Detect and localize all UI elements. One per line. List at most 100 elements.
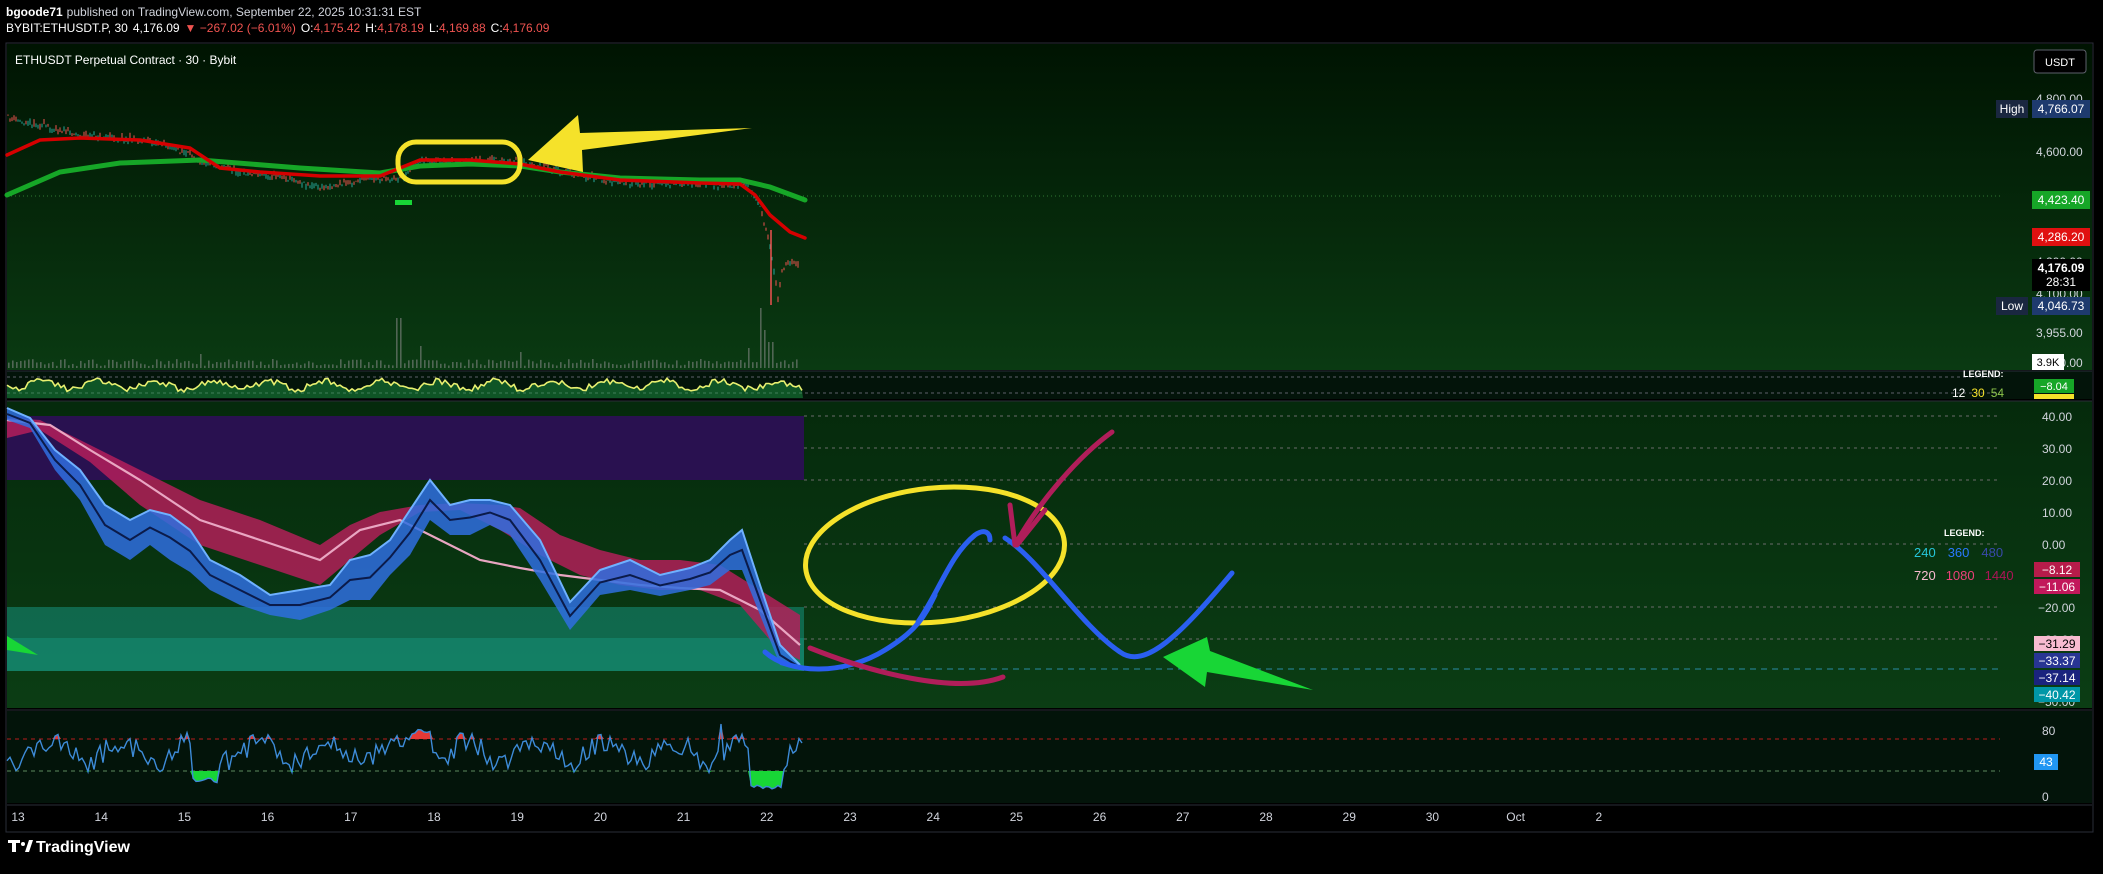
published-text: published on TradingView.com, September … bbox=[67, 5, 422, 19]
volume-bar bbox=[472, 363, 474, 368]
volume-bar bbox=[184, 361, 186, 368]
volume-bar bbox=[384, 364, 386, 368]
volume-bar bbox=[396, 318, 398, 368]
time-tick-13: 13 bbox=[11, 810, 25, 824]
low-label: L: bbox=[429, 21, 439, 35]
time-tick-24: 24 bbox=[927, 810, 941, 824]
osc-legend-values: 12 30 54 bbox=[1952, 386, 2004, 400]
volume-bar bbox=[92, 359, 94, 368]
volume-bar bbox=[208, 360, 210, 368]
volume-bar bbox=[220, 362, 222, 368]
volume-bar bbox=[532, 361, 534, 368]
time-tick-19: 19 bbox=[511, 810, 525, 824]
close-label: C: bbox=[491, 21, 503, 35]
volume-bar bbox=[688, 360, 690, 368]
volume-bar bbox=[132, 359, 134, 368]
volume-bar bbox=[712, 363, 714, 368]
volume-bar bbox=[20, 361, 22, 368]
header-line1: bgoode71 published on TradingView.com, Se… bbox=[6, 5, 422, 19]
ribbon-legend-row2: 720 1080 1440 bbox=[1914, 568, 2014, 583]
signal-marker bbox=[395, 200, 412, 205]
volume-bar bbox=[628, 363, 630, 368]
low-badge-label: Low bbox=[2001, 299, 2023, 313]
volume-bar bbox=[672, 364, 674, 368]
volume-bar bbox=[732, 362, 734, 368]
volume-bar bbox=[520, 352, 522, 368]
ma-fast-badge: 4,286.20 bbox=[2032, 228, 2090, 246]
volume-bar bbox=[588, 362, 590, 368]
ribbon-tick-20: 20.00 bbox=[2042, 474, 2072, 488]
volume-bar bbox=[780, 361, 782, 368]
high-badge: High 4,766.07 bbox=[1996, 100, 2090, 118]
volume-bar bbox=[308, 361, 310, 368]
volume-bar bbox=[636, 360, 638, 368]
volume-bar bbox=[196, 364, 198, 368]
volume-bar bbox=[60, 359, 62, 368]
time-tick-17: 17 bbox=[344, 810, 358, 824]
ribbon-badge-3: −31.29 bbox=[2038, 637, 2075, 651]
volume-bar bbox=[316, 365, 318, 368]
volume-bar bbox=[660, 362, 662, 368]
volume-bar bbox=[312, 362, 314, 368]
volume-bar bbox=[324, 364, 326, 368]
currency-label: USDT bbox=[2045, 57, 2075, 69]
volume-bar bbox=[640, 363, 642, 368]
volume-bar bbox=[604, 361, 606, 368]
volume-bar bbox=[728, 361, 730, 368]
volume-bar bbox=[272, 359, 274, 368]
volume-bar bbox=[508, 361, 510, 368]
volume-bar bbox=[788, 364, 790, 368]
currency-button[interactable]: USDT bbox=[2033, 49, 2087, 74]
volume-bar bbox=[188, 360, 190, 368]
volume-bar bbox=[740, 360, 742, 368]
volume-bar bbox=[796, 359, 798, 368]
volume-bar bbox=[144, 364, 146, 368]
volume-bar bbox=[468, 359, 470, 368]
volume-bar bbox=[52, 361, 54, 368]
volume-bar bbox=[96, 363, 98, 368]
volume-bar bbox=[224, 362, 226, 368]
volume-bar bbox=[108, 359, 110, 368]
volume-bar bbox=[720, 363, 722, 368]
volume-bar bbox=[684, 364, 686, 368]
time-tick-14: 14 bbox=[95, 810, 109, 824]
tradingview-logo-text: TradingView bbox=[36, 839, 131, 856]
volume-bar bbox=[88, 360, 90, 368]
volume-bar bbox=[28, 359, 30, 368]
volume-bar bbox=[632, 360, 634, 368]
volume-bar bbox=[320, 365, 322, 368]
volume-bar bbox=[432, 360, 434, 368]
time-tick-22: 22 bbox=[760, 810, 774, 824]
volume-bar bbox=[456, 362, 458, 368]
volume-bar bbox=[400, 318, 402, 368]
header-line2: BYBIT:ETHUSDT.P, 30 4,176.09 ▼ −267.02 (−6… bbox=[6, 21, 550, 35]
volume-bar bbox=[332, 364, 334, 368]
volume-bar bbox=[596, 363, 598, 368]
volume-bar bbox=[252, 360, 254, 368]
volume-bar bbox=[376, 360, 378, 368]
ribbon-tick-10: 10.00 bbox=[2042, 506, 2072, 520]
volume-bar bbox=[564, 364, 566, 368]
time-tick-15: 15 bbox=[178, 810, 192, 824]
volume-bar bbox=[524, 365, 526, 368]
volume-bar bbox=[352, 359, 354, 368]
ribbon-tick-40: 40.00 bbox=[2042, 410, 2072, 424]
volume-bar bbox=[364, 365, 366, 368]
volume-bar bbox=[484, 365, 486, 368]
ribbon-legend-1080: 1080 bbox=[1946, 568, 1975, 583]
volume-bar bbox=[296, 362, 298, 368]
volume-bar bbox=[552, 364, 554, 368]
volume-bar bbox=[676, 360, 678, 368]
ribbon-legend-row1: 240 360 480 bbox=[1914, 545, 2003, 560]
volume-bar bbox=[228, 359, 230, 368]
volume-bar bbox=[492, 360, 494, 368]
high-label: H: bbox=[365, 21, 377, 35]
volume-bar bbox=[416, 359, 418, 368]
volume-bar bbox=[176, 359, 178, 368]
volume-bar bbox=[164, 364, 166, 368]
volume-bar bbox=[536, 363, 538, 368]
volume-bar bbox=[428, 360, 430, 368]
ribbon-legend-240: 240 bbox=[1914, 545, 1936, 560]
ribbon-legend-360: 360 bbox=[1948, 545, 1970, 560]
ribbon-badge-4: −33.37 bbox=[2038, 654, 2075, 668]
